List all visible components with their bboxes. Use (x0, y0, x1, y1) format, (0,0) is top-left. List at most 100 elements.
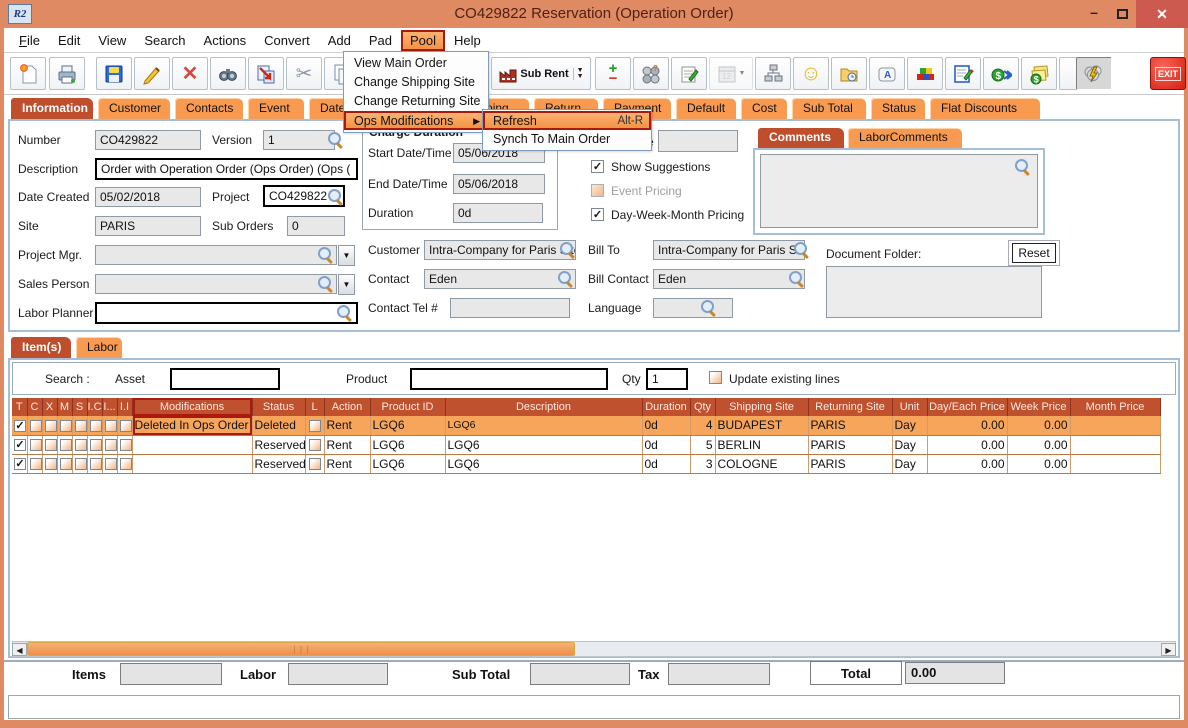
version-field[interactable]: 1 (263, 130, 335, 150)
sub-orders-field[interactable]: 0 (287, 216, 345, 236)
col-description[interactable]: Description (445, 398, 642, 416)
asset-input[interactable] (170, 368, 280, 390)
col-returning-site[interactable]: Returning Site (808, 398, 892, 416)
menu-item-ops-modifications[interactable]: ▶Ops Modifications (344, 111, 488, 130)
hidden-field[interactable] (658, 130, 738, 152)
col-shipping-site[interactable]: Shipping Site (715, 398, 808, 416)
tab-sub-total[interactable]: Sub Total (791, 97, 867, 119)
scroll-left-arrow[interactable]: ◀ (12, 643, 27, 656)
edit-notes-button[interactable] (945, 57, 981, 90)
sales-person-field[interactable] (95, 274, 337, 294)
menu-item-change-shipping-site[interactable]: Change Shipping Site (344, 73, 488, 92)
scrollbar-thumb[interactable] (27, 642, 575, 656)
tab-items[interactable]: Item(s) (10, 336, 72, 358)
menu-add[interactable]: Add (319, 30, 360, 51)
col-l[interactable]: L (305, 398, 324, 416)
sub-rent-spinner[interactable]: ▼▼ (573, 68, 584, 80)
col-idots[interactable]: I... (102, 398, 117, 416)
col-action[interactable]: Action (324, 398, 370, 416)
find-button[interactable] (210, 57, 246, 90)
customer-field[interactable]: Intra-Company for Paris Site (424, 240, 576, 260)
folder-history-button[interactable] (831, 57, 867, 90)
tab-comments[interactable]: Comments (757, 127, 845, 148)
menu-item-change-returning-site[interactable]: Change Returning Site (344, 92, 488, 111)
project-mgr-dropdown[interactable]: ▼ (338, 245, 355, 266)
language-search-icon[interactable] (700, 299, 717, 316)
delete-button[interactable]: ✕ (172, 57, 208, 90)
col-m[interactable]: M (57, 398, 72, 416)
col-day-each-price[interactable]: Day/Each Price (927, 398, 1007, 416)
reset-button[interactable]: Reset (1012, 243, 1056, 263)
sales-person-dropdown[interactable]: ▼ (338, 274, 355, 295)
site-field[interactable]: PARIS (95, 216, 201, 236)
col-duration[interactable]: Duration (642, 398, 690, 416)
menu-pad[interactable]: Pad (360, 30, 401, 51)
tab-customer[interactable]: Customer (97, 97, 171, 119)
show-suggestions-checkbox[interactable]: ✓ (591, 160, 604, 173)
bill-to-search-icon[interactable] (793, 241, 810, 258)
col-t[interactable]: T (12, 398, 27, 416)
menu-item-synch-to-main-order[interactable]: Synch To Main Order (483, 130, 651, 149)
contact-tel-field[interactable] (450, 298, 570, 318)
bill-contact-search-icon[interactable] (788, 270, 805, 287)
cut-button[interactable]: ✂ (286, 57, 322, 90)
tab-flat-discounts[interactable]: Flat Discounts (929, 97, 1041, 119)
tab-labor-comments[interactable]: LaborComments (847, 127, 963, 148)
menu-edit[interactable]: Edit (49, 30, 89, 51)
tab-labor[interactable]: Labor (75, 336, 123, 358)
tab-default[interactable]: Default (675, 97, 737, 119)
tab-cost[interactable]: Cost (740, 97, 788, 119)
tab-status[interactable]: Status (870, 97, 926, 119)
col-modifications[interactable]: Modifications (132, 398, 252, 416)
new-document-button[interactable] (10, 57, 46, 90)
product-input[interactable] (410, 368, 608, 390)
bill-contact-field[interactable]: Eden (653, 269, 805, 289)
minimize-button[interactable]: – (1080, 0, 1108, 28)
contact-field[interactable]: Eden (424, 269, 576, 289)
update-existing-checkbox[interactable] (709, 371, 722, 384)
save-button[interactable] (96, 57, 132, 90)
table-row[interactable]: ✓ Reserved Rent LGQ6 LGQ6 0d 3 COLOGNE P… (12, 454, 1160, 473)
edit-button[interactable] (134, 57, 170, 90)
close-button[interactable]: ✕ (1136, 0, 1188, 28)
end-date-field[interactable]: 05/06/2018 (453, 174, 545, 194)
menu-search[interactable]: Search (135, 30, 194, 51)
col-unit[interactable]: Unit (892, 398, 927, 416)
menu-item-refresh[interactable]: Alt-RRefresh (483, 111, 651, 130)
tab-information[interactable]: Information (10, 97, 94, 119)
tab-contacts[interactable]: Contacts (174, 97, 244, 119)
menu-file[interactable]: File (10, 30, 49, 51)
col-ic[interactable]: I.C (87, 398, 102, 416)
description-field[interactable]: Order with Operation Order (Ops Order) (… (95, 158, 358, 180)
menu-pool[interactable]: Pool (401, 30, 445, 51)
labor-planner-field[interactable] (95, 302, 358, 324)
col-c[interactable]: C (27, 398, 42, 416)
invoice-button[interactable]: $ (1021, 57, 1057, 90)
contact-search-icon[interactable] (557, 270, 574, 287)
col-product-id[interactable]: Product ID (370, 398, 445, 416)
transfer-button[interactable] (248, 57, 284, 90)
col-s[interactable]: S (72, 398, 87, 416)
add-remove-button[interactable]: +− (595, 57, 631, 90)
menu-item-view-main-order[interactable]: View Main Order (344, 54, 488, 73)
table-row[interactable]: ✓ Deleted In Ops Order Deleted Rent LGQ6… (12, 416, 1160, 435)
sales-person-search-icon[interactable] (317, 275, 334, 292)
calendar-button[interactable]: 12▼ (709, 57, 753, 90)
version-search-icon[interactable] (327, 131, 344, 148)
bill-to-field[interactable]: Intra-Company for Paris Site (653, 240, 805, 260)
horizontal-scrollbar[interactable]: ◀ ▶ (12, 641, 1176, 657)
col-month-price[interactable]: Month Price (1070, 398, 1160, 416)
menu-convert[interactable]: Convert (255, 30, 319, 51)
group-items-button[interactable]: ? (633, 57, 669, 90)
org-chart-button[interactable] (755, 57, 791, 90)
comments-search-icon[interactable] (1014, 158, 1031, 175)
notes-button[interactable] (671, 57, 707, 90)
col-week-price[interactable]: Week Price (1007, 398, 1070, 416)
billing-button[interactable]: $ (983, 57, 1019, 90)
quick-action-button[interactable] (1076, 57, 1112, 90)
table-row[interactable]: ✓ Reserved Rent LGQ6 LGQ6 0d 5 BERLIN PA… (12, 435, 1160, 454)
date-created-field[interactable]: 05/02/2018 (95, 187, 201, 207)
project-mgr-search-icon[interactable] (317, 246, 334, 263)
exit-button[interactable]: EXIT (1150, 57, 1186, 90)
number-field[interactable]: CO429822 (95, 130, 201, 150)
